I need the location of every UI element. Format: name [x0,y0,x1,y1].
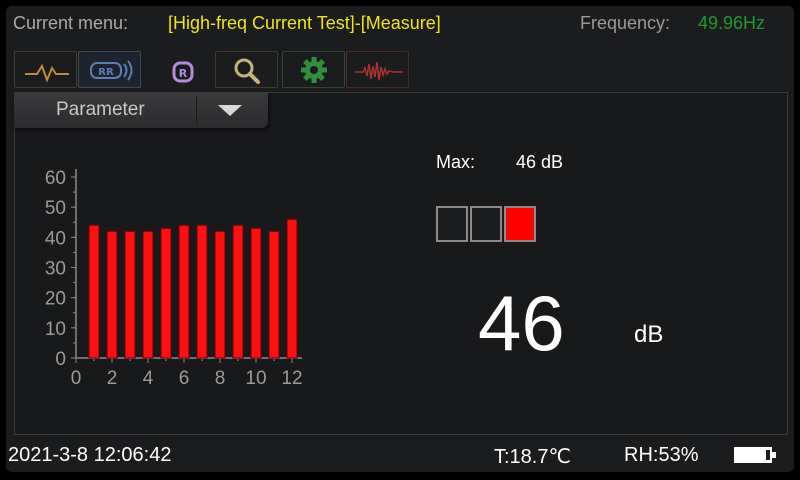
current-menu-value: [High-freq Current Test]-[Measure] [168,13,441,33]
y-tick-label: 40 [45,228,66,249]
tab-spectrum[interactable] [346,51,409,88]
y-tick-label: 50 [45,198,66,219]
tab-waveform[interactable] [14,51,77,88]
x-tick-label: 0 [71,368,82,389]
r-circle-icon: R [172,61,194,83]
bar [214,230,226,359]
bar [178,224,190,359]
bar [232,224,244,359]
header-bar: Current menu: [High-freq Current Test]-[… [6,6,794,42]
x-tick-label: 10 [245,368,266,389]
parameter-dropdown[interactable]: Parameter [14,92,268,128]
tab-search[interactable] [215,51,278,88]
screen: Current menu: [High-freq Current Test]-[… [6,6,794,472]
frequency-value: 49.96Hz [698,13,766,33]
status-humidity: RH:53% [624,444,699,466]
status-datetime: 2021-3-8 12:06:42 [8,444,172,466]
bar [286,218,298,359]
level-indicator-3 [504,206,536,242]
r-icon-text: R [179,67,188,80]
rr-icon-text: RR [98,67,114,78]
x-tick-label: 4 [143,368,154,389]
x-tick-label: 6 [179,368,190,389]
dropdown-divider [196,96,197,124]
bar [268,230,280,359]
y-tick-label: 20 [45,289,66,310]
measurement-value: 46 [478,279,565,367]
bar-chart: 0 10 20 30 40 50 60 0 2 4 6 8 10 12 [45,168,303,389]
measurement-unit: dB [634,321,664,348]
rr-signal-icon: RR [90,60,133,81]
x-tick-label: 2 [107,368,118,389]
level-indicator-1 [436,206,468,242]
x-tick-label: 8 [215,368,226,389]
tab-settings[interactable] [282,51,345,88]
gear-icon [301,57,327,83]
y-tick-label: 60 [45,168,66,189]
level-indicator-2 [470,206,502,242]
waveform-icon [25,63,69,83]
parameter-dropdown-label: Parameter [56,99,145,120]
search-icon [234,58,260,84]
battery-icon [734,447,776,463]
bar [124,230,136,359]
bar [88,224,100,359]
chevron-down-icon[interactable] [218,105,242,117]
y-tick-label: 30 [45,259,66,280]
bar [196,224,208,359]
max-label: Max: [436,152,476,172]
status-temperature: T:18.7℃ [494,446,571,468]
bar [106,230,118,359]
current-menu-label: Current menu: [13,13,129,33]
noise-wave-icon [355,61,403,81]
y-tick-label: 0 [55,349,66,370]
bar [160,227,172,359]
frequency-label: Frequency: [580,13,671,33]
bar [142,230,154,359]
tab-r-mode[interactable]: R [150,51,200,88]
bar [250,227,262,359]
y-tick-label: 10 [45,319,66,340]
tab-signal[interactable]: RR [78,51,141,88]
max-value: 46 dB [516,152,564,172]
x-tick-label: 12 [281,368,302,389]
